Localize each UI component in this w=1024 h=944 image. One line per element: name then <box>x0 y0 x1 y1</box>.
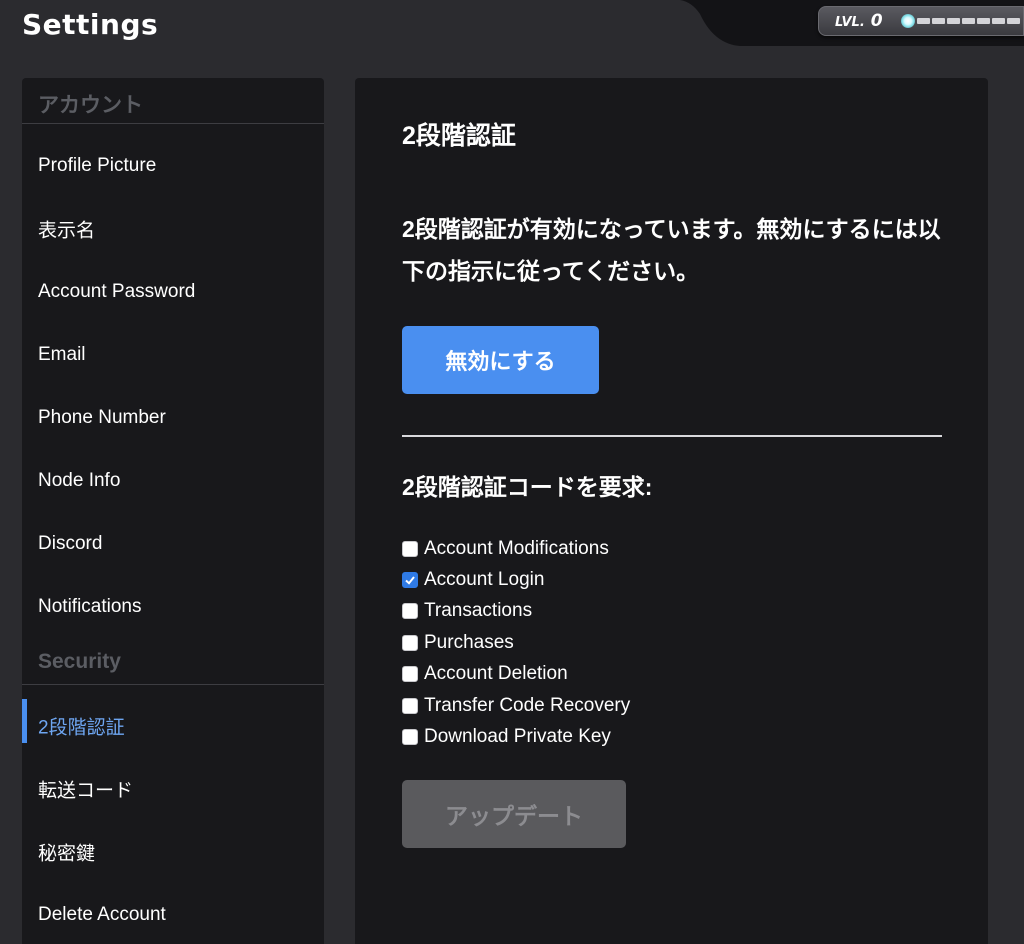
option-label: Account Login <box>424 569 545 590</box>
option-label: Account Modifications <box>424 538 609 559</box>
sidebar-item-private-key[interactable]: 秘密鍵 <box>22 822 324 882</box>
checkbox[interactable] <box>402 698 418 714</box>
sidebar-item-delete-account[interactable]: Delete Account <box>22 885 324 944</box>
option-transfer-code-recovery[interactable]: Transfer Code Recovery <box>402 694 630 718</box>
sidebar-item-account-password[interactable]: Account Password <box>22 262 324 322</box>
option-label: Transfer Code Recovery <box>424 695 631 716</box>
level-segment <box>1007 18 1020 24</box>
section-title: アカウント <box>38 94 143 117</box>
sidebar-item-label: 秘密鍵 <box>38 843 96 865</box>
option-account-deletion[interactable]: Account Deletion <box>402 662 568 686</box>
option-label: Download Private Key <box>424 726 611 747</box>
level-segment <box>977 18 990 24</box>
update-button[interactable]: アップデート <box>402 780 626 848</box>
checkbox[interactable] <box>402 572 418 588</box>
level-indicator: LVL. 0 <box>818 6 1024 36</box>
sidebar-item-discord[interactable]: Discord <box>22 514 324 574</box>
sidebar-item-label: Profile Picture <box>38 155 157 176</box>
option-transactions[interactable]: Transactions <box>402 599 532 623</box>
checkbox[interactable] <box>402 541 418 557</box>
sidebar-item-transfer-code[interactable]: 転送コード <box>22 759 324 819</box>
option-account-login[interactable]: Account Login <box>402 568 544 592</box>
sidebar-item-label: Notifications <box>38 596 142 617</box>
level-progress-knob <box>901 14 915 28</box>
sidebar-item-two-factor[interactable]: 2段階認証 <box>22 696 324 756</box>
checkbox[interactable] <box>402 635 418 651</box>
level-segment <box>932 18 945 24</box>
level-label: LVL. <box>835 15 865 30</box>
sidebar-item-label: Email <box>38 344 86 365</box>
level-segment <box>947 18 960 24</box>
settings-page: Settings LVL. 0 アカウント Profile Picture 表示… <box>0 0 1024 944</box>
option-purchases[interactable]: Purchases <box>402 631 514 655</box>
sidebar-item-node-info[interactable]: Node Info <box>22 451 324 511</box>
checkbox[interactable] <box>402 666 418 682</box>
level-value: 0 <box>870 11 883 31</box>
level-segment <box>962 18 975 24</box>
sidebar-item-notifications[interactable]: Notifications <box>22 577 324 637</box>
sidebar-item-phone-number[interactable]: Phone Number <box>22 388 324 448</box>
level-segment <box>917 18 930 24</box>
disable-button[interactable]: 無効にする <box>402 326 599 394</box>
panel-title: 2段階認証 <box>402 122 516 150</box>
option-label: Purchases <box>424 632 514 653</box>
checkbox[interactable] <box>402 729 418 745</box>
sidebar-item-profile-picture[interactable]: Profile Picture <box>22 136 324 196</box>
sidebar-item-label: Discord <box>38 533 103 554</box>
level-segment <box>992 18 1005 24</box>
sidebar-section-account: アカウント <box>22 78 324 124</box>
sidebar-item-label: Delete Account <box>38 904 166 925</box>
two-factor-panel: 2段階認証 2段階認証が有効になっています。無効にするには以下の指示に従ってくだ… <box>355 78 988 944</box>
section-title: Security <box>38 650 121 673</box>
settings-sidebar: アカウント Profile Picture 表示名 Account Passwo… <box>22 78 324 944</box>
sidebar-item-label: Account Password <box>38 281 196 302</box>
sidebar-item-label: 転送コード <box>38 780 134 802</box>
option-label: Account Deletion <box>424 663 568 684</box>
level-progress-bar <box>901 14 1024 28</box>
sidebar-section-security: Security <box>22 639 324 685</box>
option-download-private-key[interactable]: Download Private Key <box>402 725 611 749</box>
sidebar-item-display-name[interactable]: 表示名 <box>22 199 324 259</box>
option-label: Transactions <box>424 600 533 621</box>
sidebar-item-email[interactable]: Email <box>22 325 324 385</box>
sidebar-item-label: Phone Number <box>38 407 166 428</box>
sidebar-item-label: Node Info <box>38 470 121 491</box>
require-code-title: 2段階認証コードを要求: <box>402 474 653 500</box>
sidebar-item-label: 2段階認証 <box>38 717 125 739</box>
status-message: 2段階認証が有効になっています。無効にするには以下の指示に従ってください。 <box>402 216 941 284</box>
sidebar-item-label: 表示名 <box>38 220 96 242</box>
page-title: Settings <box>22 8 159 41</box>
checkbox[interactable] <box>402 603 418 619</box>
top-bar: Settings LVL. 0 <box>0 0 1024 54</box>
divider <box>402 435 942 437</box>
option-account-modifications[interactable]: Account Modifications <box>402 537 609 561</box>
